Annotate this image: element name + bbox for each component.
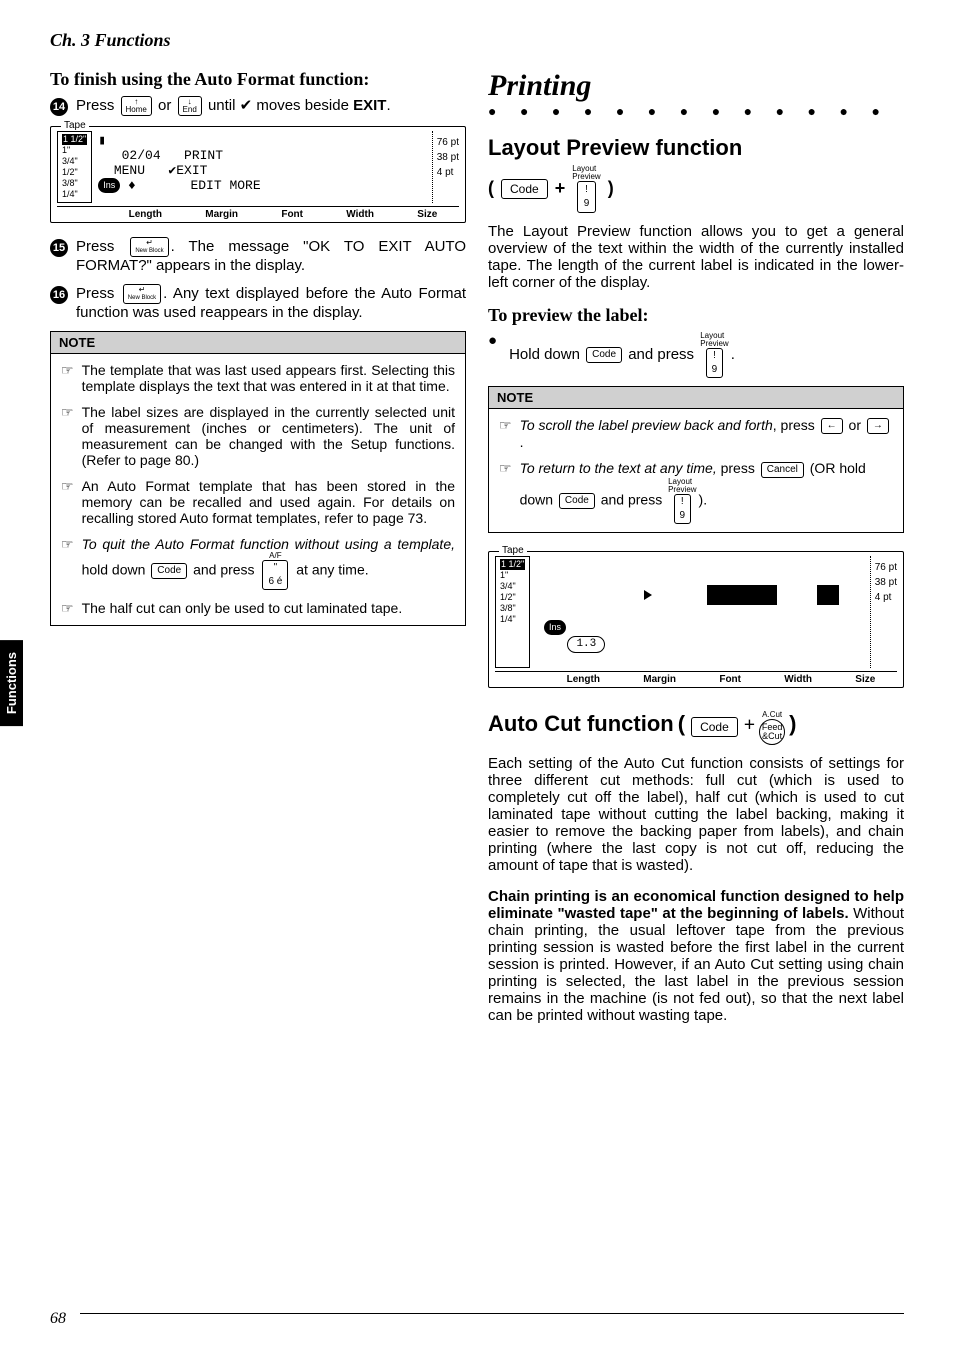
step-number-16: 16 [50, 286, 68, 304]
note-item-3: ☞ An Auto Format template that has been … [61, 478, 455, 526]
note-right-item-1: ☞ To scroll the label preview back and f… [499, 417, 893, 450]
af-6-key: A/F "6 é [260, 552, 290, 590]
note-box-left: NOTE ☞ The template that was last used a… [50, 331, 466, 626]
side-tab-functions: Functions [0, 640, 23, 726]
layout-preview-9-key: Layout Preview !9 [700, 332, 728, 378]
pointer-icon: ☞ [499, 460, 512, 523]
step-number-14: 14 [50, 98, 68, 116]
layout-preview-heading: Layout Preview function [488, 135, 904, 161]
pointer-icon: ☞ [61, 404, 74, 468]
step-number-15: 15 [50, 239, 68, 257]
note-item-5: ☞ The half cut can only be used to cut l… [61, 600, 455, 617]
preview-step: ● Hold down Code and press Layout Previe… [488, 332, 904, 378]
left-arrow-key: ← [821, 418, 843, 434]
step-16: 16 Press ↵New Block. Any text displayed … [50, 284, 466, 321]
step-15-text: Press ↵New Block. The message "OK TO EXI… [76, 237, 466, 274]
autocut-body: Each setting of the Auto Cut function co… [488, 755, 904, 874]
dots-divider: ● ● ● ● ● ● ● ● ● ● ● ● ● ● ● ● ● ● ● ● … [488, 105, 904, 121]
step-14-text: Press ↑Home or ↓End until ✔ moves beside… [76, 96, 391, 116]
layout-preview-keycombo: ( Code + Layout Preview !9 ) [488, 165, 904, 213]
printing-title: Printing [488, 69, 904, 103]
code-key: Code [151, 563, 187, 579]
lcd-preview-strip: Ins 1.3 [536, 556, 870, 668]
code-key: Code [559, 493, 595, 509]
layout-preview-9-key: Layout Preview !9 [572, 165, 600, 213]
lcd-tape-label: Tape [61, 120, 89, 131]
pointer-icon: ☞ [61, 478, 74, 526]
autocut-heading-row: Auto Cut function ( Code + A.Cut Feed&Cu… [488, 710, 904, 745]
lcd-bottom-labels: Length Margin Font Width Size [495, 671, 897, 685]
footer-rule [80, 1313, 904, 1314]
pointer-icon: ☞ [61, 600, 74, 617]
note-item-1: ☞ The template that was last used appear… [61, 362, 455, 394]
home-key: ↑Home [121, 96, 152, 116]
lcd-display-2: Tape 1 1/2" 1" 3/4" 1/2" 3/8" 1/4" Ins 1… [488, 551, 904, 688]
note-box-right: NOTE ☞ To scroll the label preview back … [488, 386, 904, 533]
right-column: Printing ● ● ● ● ● ● ● ● ● ● ● ● ● ● ● ●… [488, 69, 904, 1038]
step-15: 15 Press ↵New Block. The message "OK TO … [50, 237, 466, 274]
note-header: NOTE [51, 332, 465, 354]
step-14: 14 Press ↑Home or ↓End until ✔ moves bes… [50, 96, 466, 116]
autocut-heading: Auto Cut function [488, 711, 674, 736]
right-arrow-key: → [867, 418, 889, 434]
bullet-icon: ● [488, 332, 497, 378]
note-item-4: ☞ To quit the Auto Format function witho… [61, 536, 455, 590]
page-number: 68 [50, 1310, 66, 1328]
end-key: ↓End [178, 96, 202, 116]
chain-printing-body: Chain printing is an economical function… [488, 888, 904, 1024]
feed-cut-key: A.Cut Feed&Cut [759, 710, 785, 745]
lcd-center-text: ▮ 02/04 PRINT MENU ✔EXIT Ins ♦ EDIT MORE [98, 131, 432, 203]
newblock-key: ↵New Block [130, 237, 168, 257]
lcd-tape-sizes: 1 1/2" 1" 3/4" 1/2" 3/8" 1/4" [495, 556, 530, 668]
note-right-item-2: ☞ To return to the text at any time, pre… [499, 460, 893, 523]
newblock-key: ↵New Block [123, 284, 161, 304]
lcd-font-sizes: 76 pt 38 pt 4 pt [432, 131, 459, 203]
code-key: Code [586, 347, 622, 363]
pointer-icon: ☞ [61, 536, 74, 590]
layout-preview-9-key: Layout Preview !9 [668, 478, 696, 524]
lcd-tape-label: Tape [499, 545, 527, 556]
note-item-2: ☞ The label sizes are displayed in the c… [61, 404, 455, 468]
preview-label-heading: To preview the label: [488, 305, 904, 326]
lcd-display-1: Tape 1 1/2" 1" 3/4" 1/2" 3/8" 1/4" ▮ 02/… [50, 126, 466, 223]
pointer-icon: ☞ [61, 362, 74, 394]
step-16-text: Press ↵New Block. Any text displayed bef… [76, 284, 466, 321]
pointer-icon: ☞ [499, 417, 512, 450]
code-key: Code [501, 179, 548, 199]
lcd-bottom-labels: Length Margin Font Width Size [57, 206, 459, 220]
lcd-length-bubble: 1.3 [567, 636, 605, 653]
finish-autoformat-heading: To finish using the Auto Format function… [50, 69, 466, 90]
lcd-font-sizes: 76 pt 38 pt 4 pt [870, 556, 897, 668]
left-column: To finish using the Auto Format function… [50, 69, 466, 1038]
two-column-layout: To finish using the Auto Format function… [50, 69, 904, 1038]
note-header: NOTE [489, 387, 903, 409]
layout-preview-body: The Layout Preview function allows you t… [488, 223, 904, 291]
chapter-header: Ch. 3 Functions [50, 30, 904, 51]
lcd-tape-sizes: 1 1/2" 1" 3/4" 1/2" 3/8" 1/4" [57, 131, 92, 203]
code-key: Code [691, 717, 738, 737]
cancel-key: Cancel [761, 462, 804, 478]
